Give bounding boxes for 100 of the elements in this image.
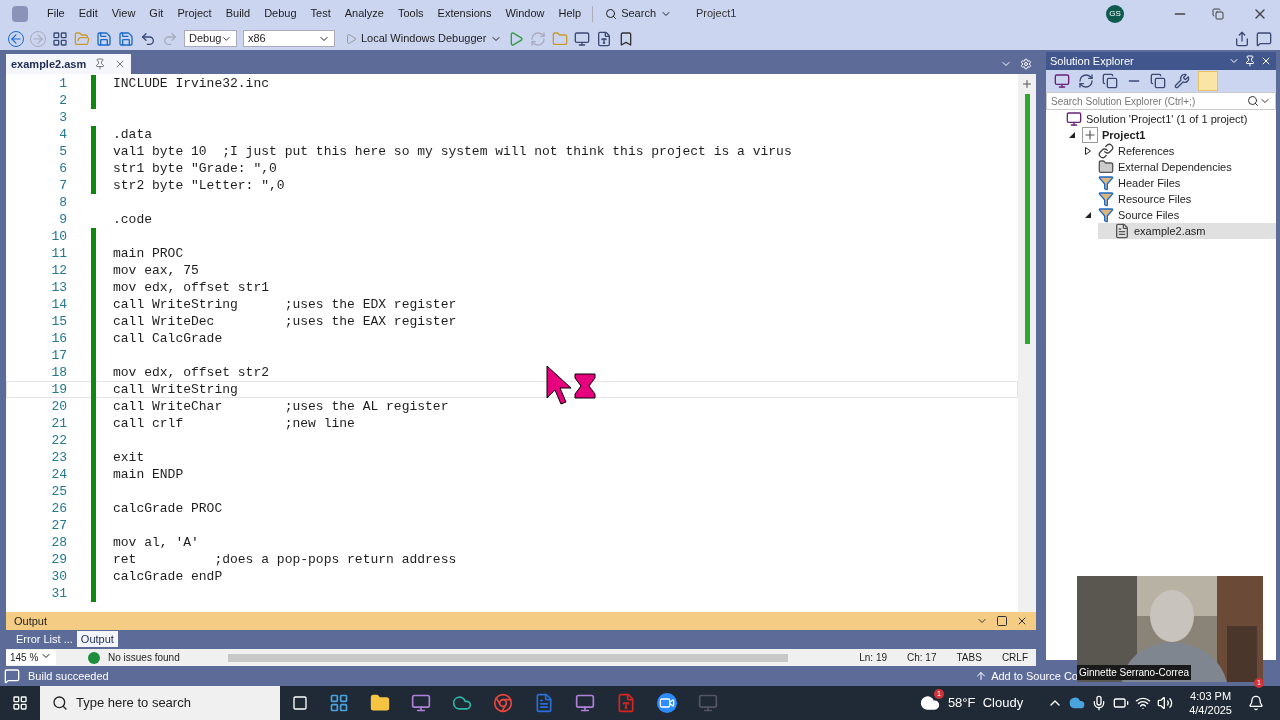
pin-icon[interactable] xyxy=(94,58,107,70)
code-line: call WriteDec ;uses the EAX register xyxy=(113,312,457,331)
line-number: 25 xyxy=(50,482,67,501)
expanded-icon[interactable] xyxy=(1085,212,1091,218)
share-icon[interactable] xyxy=(1234,30,1250,47)
configuration-dropdown[interactable]: Debug xyxy=(184,30,237,47)
code-line: main PROC xyxy=(113,244,184,263)
code-line: calcGrade PROC xyxy=(113,499,223,518)
arrow-up-icon[interactable] xyxy=(975,670,988,682)
tree-item[interactable]: Resource Files xyxy=(1082,191,1276,207)
references-icon xyxy=(1098,143,1114,159)
window-icon[interactable] xyxy=(574,30,591,47)
menu-item[interactable]: Project xyxy=(170,5,219,22)
debugger-button[interactable]: Local Windows Debugger xyxy=(361,30,487,47)
tree-item[interactable]: External Dependencies xyxy=(1082,159,1276,175)
menu-item[interactable]: Window xyxy=(498,5,552,22)
restore-button[interactable] xyxy=(1212,7,1224,20)
editor-settings-icon[interactable] xyxy=(1020,58,1032,70)
filter-folder-icon xyxy=(1098,191,1114,207)
line-number: 18 xyxy=(50,363,67,382)
undo-icon[interactable] xyxy=(140,30,156,47)
file-icon xyxy=(1114,223,1130,239)
menu-item[interactable]: Edit xyxy=(71,5,105,22)
feedback-icon[interactable] xyxy=(1256,30,1272,47)
filter-folder-icon xyxy=(1098,207,1114,223)
panel-tab[interactable]: Error List ... xyxy=(12,631,77,647)
zoom-dropdown[interactable]: 145 % xyxy=(6,650,56,665)
code-line: main ENDP xyxy=(113,465,184,484)
line-number: 1 xyxy=(58,74,67,93)
line-number: 15 xyxy=(50,312,67,331)
notifications-icon[interactable] xyxy=(1248,695,1264,711)
properties-icon[interactable] xyxy=(1174,73,1190,89)
code-line: str1 byte "Grade: ",0 xyxy=(113,159,277,178)
line-number: 7 xyxy=(58,176,67,195)
save-all-icon[interactable] xyxy=(118,30,134,47)
wifi-icon[interactable] xyxy=(1135,695,1152,711)
code-line: mov edx, offset str1 xyxy=(113,278,270,297)
busy-cursor-icon xyxy=(546,365,598,407)
tree-item[interactable]: example2.asm xyxy=(1098,223,1276,239)
menu-item[interactable]: Extensions xyxy=(430,5,499,22)
panel-tab[interactable]: Output xyxy=(76,631,118,647)
folder-icon xyxy=(1098,159,1114,175)
scrollbar[interactable] xyxy=(1024,94,1030,344)
task-view-icon[interactable] xyxy=(292,695,308,711)
line-number: 8 xyxy=(58,193,67,212)
source-control-button[interactable]: Add to Source Co xyxy=(991,667,1078,685)
close-icon[interactable] xyxy=(1016,615,1028,627)
menu-item[interactable]: Git xyxy=(142,5,171,22)
split-icon[interactable] xyxy=(1021,78,1033,90)
maximize-icon[interactable] xyxy=(996,615,1008,627)
onedrive-icon[interactable] xyxy=(1069,695,1086,711)
menu-item[interactable]: Tools xyxy=(390,5,431,22)
menu-item[interactable]: Build xyxy=(218,5,258,22)
code-line: mov edx, offset str2 xyxy=(113,363,270,382)
menu-item[interactable]: Help xyxy=(551,5,589,22)
tree-item[interactable]: Header Files xyxy=(1082,175,1276,191)
menu-item[interactable]: File xyxy=(40,5,72,22)
search-icon[interactable] xyxy=(52,695,68,711)
chrome-icon[interactable] xyxy=(493,693,513,713)
file-explorer-icon[interactable] xyxy=(370,693,390,713)
line-number: 22 xyxy=(50,431,67,450)
tree-item[interactable]: Solution 'Project1' (1 of 1 project) xyxy=(1050,111,1276,127)
search-icon[interactable] xyxy=(605,7,618,20)
issues-status: No issues found xyxy=(108,651,180,665)
save-icon[interactable] xyxy=(96,30,112,47)
windows-start-icon[interactable] xyxy=(12,695,28,711)
tree-item[interactable]: References xyxy=(1082,143,1276,159)
pin-icon[interactable] xyxy=(1244,55,1256,67)
code-line: call crlf ;new line xyxy=(113,414,355,433)
tree-item[interactable]: Source Files xyxy=(1082,207,1276,223)
check-icon xyxy=(88,651,100,664)
volume-icon[interactable] xyxy=(1157,695,1174,711)
code-line: .data xyxy=(113,125,152,144)
code-line: mov eax, 75 xyxy=(113,261,199,280)
horizontal-scrollbar[interactable] xyxy=(227,653,788,662)
menu-item[interactable]: Debug xyxy=(257,5,304,22)
indent-indicator: TABS xyxy=(956,651,982,665)
notification-icon xyxy=(4,668,20,684)
status-message: Build succeeded xyxy=(28,668,109,684)
menu-item[interactable]: View xyxy=(104,5,143,22)
battery-icon[interactable] xyxy=(1113,695,1130,711)
collapsed-icon[interactable] xyxy=(1085,147,1091,155)
tree-item[interactable]: Project1 xyxy=(1066,127,1276,143)
line-number: 13 xyxy=(50,278,67,297)
search-button[interactable]: Search xyxy=(621,5,656,22)
clock[interactable]: 4:03 PM 4/4/2025 xyxy=(1189,689,1232,717)
platform-dropdown[interactable]: x86 xyxy=(243,30,335,47)
zoom-icon[interactable] xyxy=(657,693,677,713)
line-ending-indicator: CRLF xyxy=(1001,651,1028,665)
menu-item[interactable]: Analyze xyxy=(337,5,391,22)
line-indicator: Ln: 19 xyxy=(859,651,887,665)
close-icon[interactable] xyxy=(1260,55,1272,67)
expanded-icon[interactable] xyxy=(1069,132,1075,138)
show-all-icon[interactable] xyxy=(1150,73,1166,89)
code-line: exit xyxy=(113,448,145,467)
menu-item[interactable]: Test xyxy=(303,5,338,22)
weather-text[interactable]: 58°F Cloudy xyxy=(947,693,1024,713)
user-avatar[interactable]: GS xyxy=(1106,4,1124,23)
line-number: 6 xyxy=(58,159,67,178)
start-icon[interactable] xyxy=(508,30,525,47)
